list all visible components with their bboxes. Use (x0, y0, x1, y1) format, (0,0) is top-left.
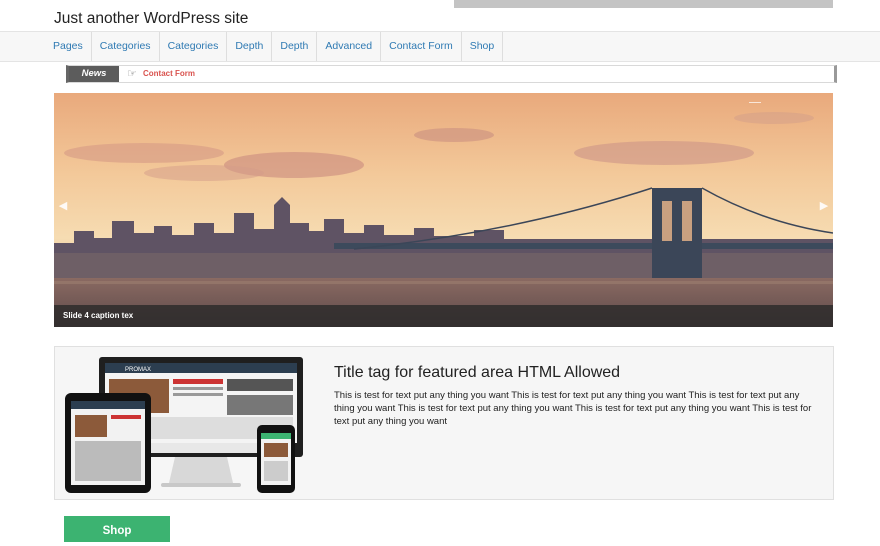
nav-item-categories-2[interactable]: Categories (160, 32, 228, 61)
main-navigation: Pages Categories Categories Depth Depth … (0, 31, 880, 62)
nav-item-contact-form[interactable]: Contact Form (381, 32, 462, 61)
featured-title: Title tag for featured area HTML Allowed (334, 364, 621, 381)
slide-caption-bar: Slide 4 caption tex (54, 305, 833, 327)
nav-item-shop[interactable]: Shop (462, 32, 504, 61)
slider-indicator[interactable] (749, 102, 761, 103)
nav-item-pages[interactable]: Pages (45, 32, 92, 61)
devices-image: PROMAX (65, 357, 303, 493)
arrow-right-icon[interactable]: ▶ (818, 198, 830, 214)
nav-item-advanced[interactable]: Advanced (317, 32, 382, 61)
nav-item-depth[interactable]: Depth (227, 32, 273, 61)
nav-list: Pages Categories Categories Depth Depth … (45, 32, 504, 61)
nav-item-depth-2[interactable]: Depth (272, 32, 318, 61)
devices-logo: PROMAX (125, 367, 151, 373)
slide-caption: Slide 4 caption tex (63, 311, 134, 320)
top-bar (454, 0, 833, 8)
slide-image (54, 93, 833, 327)
news-ticker: News ☞ Contact Form (66, 65, 837, 83)
featured-area: PROMAX Title tag for featured area HTML … (54, 346, 834, 500)
image-slider[interactable]: ◀ ▶ Slide 4 caption tex (54, 93, 833, 327)
pointing-hand-icon: ☞ (127, 68, 137, 80)
featured-text: This is test for text put any thing you … (334, 390, 812, 427)
site-title[interactable]: Just another WordPress site (54, 10, 248, 28)
nav-item-categories[interactable]: Categories (92, 32, 160, 61)
arrow-left-icon[interactable]: ◀ (57, 198, 69, 214)
ticker-link[interactable]: Contact Form (143, 66, 195, 82)
ticker-label: News (69, 66, 119, 82)
shop-button[interactable]: Shop (64, 516, 170, 542)
